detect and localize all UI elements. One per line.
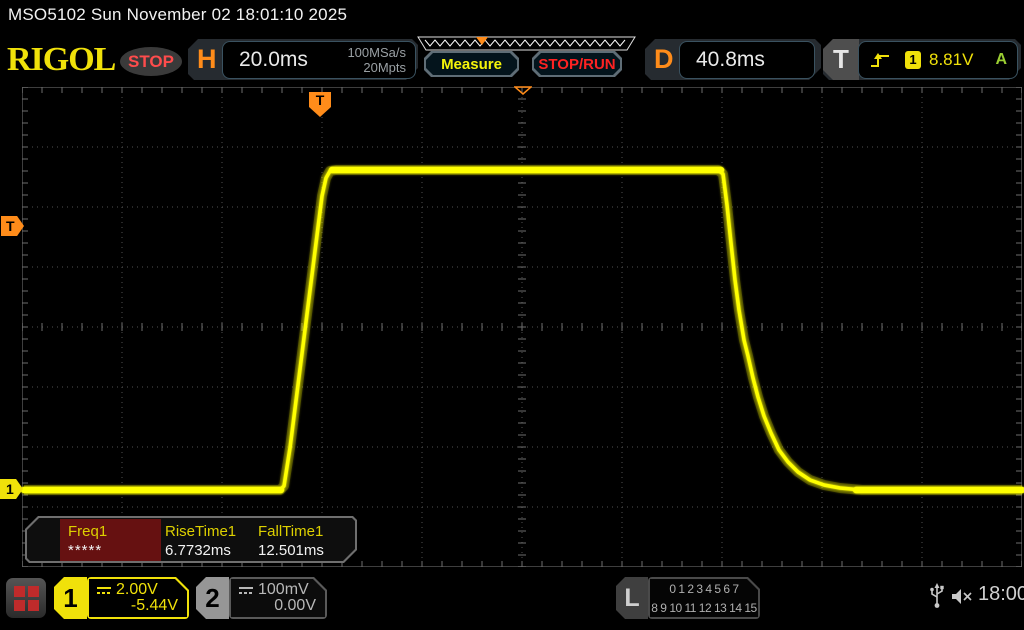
logic-channels-tab[interactable]: L [616, 577, 648, 619]
channel2-tab[interactable]: 2 [196, 577, 229, 619]
delay-box[interactable]: 40.8ms [679, 41, 815, 79]
window-title: MSO5102 Sun November 02 18:01:10 2025 [8, 5, 347, 25]
record-position-bar[interactable] [417, 36, 637, 51]
stop-run-button-label: STOP/RUN [534, 53, 620, 75]
measurement-value-freq: ***** [68, 542, 102, 559]
horizontal-center-marker [514, 86, 532, 95]
delay-value: 40.8ms [696, 48, 765, 72]
timebase-value: 20.0ms [239, 48, 347, 72]
trigger-position-flag[interactable]: T [308, 91, 332, 118]
delay-label: D [654, 39, 674, 80]
measurement-value-rise: 6.7732ms [165, 542, 231, 559]
menu-button[interactable] [6, 578, 46, 618]
channel1-status-box[interactable]: 2.00V -5.44V [87, 577, 189, 619]
usb-icon [930, 583, 944, 609]
sample-rate-stack: 100MSa/s 20Mpts [347, 45, 406, 75]
clock-display: 18:00 [978, 583, 1024, 606]
speaker-muted-icon[interactable] [950, 587, 974, 606]
dc-coupling-icon [238, 585, 254, 596]
trigger-flag-letter: T [316, 92, 325, 108]
channel1-waveform [0, 87, 1024, 567]
channel2-status-box[interactable]: 100mV 0.00V [229, 577, 327, 619]
measurement-overlay[interactable]: Freq1 ***** RiseTime1 6.7732ms FallTime1… [25, 516, 357, 563]
measure-button[interactable]: Measure [424, 51, 519, 77]
logic-row-0-7: 0 1 2 3 4 5 6 7 [650, 580, 758, 599]
trigger-source-badge: 1 [905, 51, 921, 69]
measurement-overlay-face: Freq1 ***** RiseTime1 6.7732ms FallTime1… [27, 518, 355, 561]
stop-run-button[interactable]: STOP/RUN [532, 51, 622, 77]
acquisition-state-badge: STOP [120, 47, 182, 76]
channel2-offset: 0.00V [274, 597, 316, 615]
timebase-box[interactable]: 20.0ms 100MSa/s 20Mpts [222, 41, 416, 79]
trigger-sweep-mode: A [995, 51, 1007, 69]
oscilloscope-screen: MSO5102 Sun November 02 18:01:10 2025 RI… [0, 0, 1024, 630]
channel1-tab[interactable]: 1 [54, 577, 87, 619]
dc-coupling-icon [96, 585, 112, 596]
measure-button-label: Measure [426, 53, 517, 75]
sample-rate: 100MSa/s [347, 45, 406, 60]
trigger-level-value: 8.81V [929, 50, 995, 70]
logic-row-8-15: 8 9 10 11 12 13 14 15 [650, 599, 758, 618]
rigol-logo: RIGOL [7, 41, 115, 79]
edge-trigger-icon [869, 50, 891, 70]
logic-channels-box[interactable]: 0 1 2 3 4 5 6 7 8 9 10 11 12 13 14 15 [648, 577, 760, 619]
channel1-offset: -5.44V [131, 597, 178, 615]
trigger-box[interactable]: 1 8.81V A [858, 41, 1018, 79]
measurement-value-fall: 12.501ms [258, 542, 324, 559]
measurement-label-freq: Freq1 [68, 523, 107, 540]
horizontal-label: H [197, 39, 217, 80]
menu-grid-icon [14, 586, 38, 610]
trigger-tab-label: T [823, 39, 859, 80]
memory-depth: 20Mpts [363, 60, 406, 75]
measurement-label-rise: RiseTime1 [165, 523, 236, 540]
measurement-label-fall: FallTime1 [258, 523, 323, 540]
